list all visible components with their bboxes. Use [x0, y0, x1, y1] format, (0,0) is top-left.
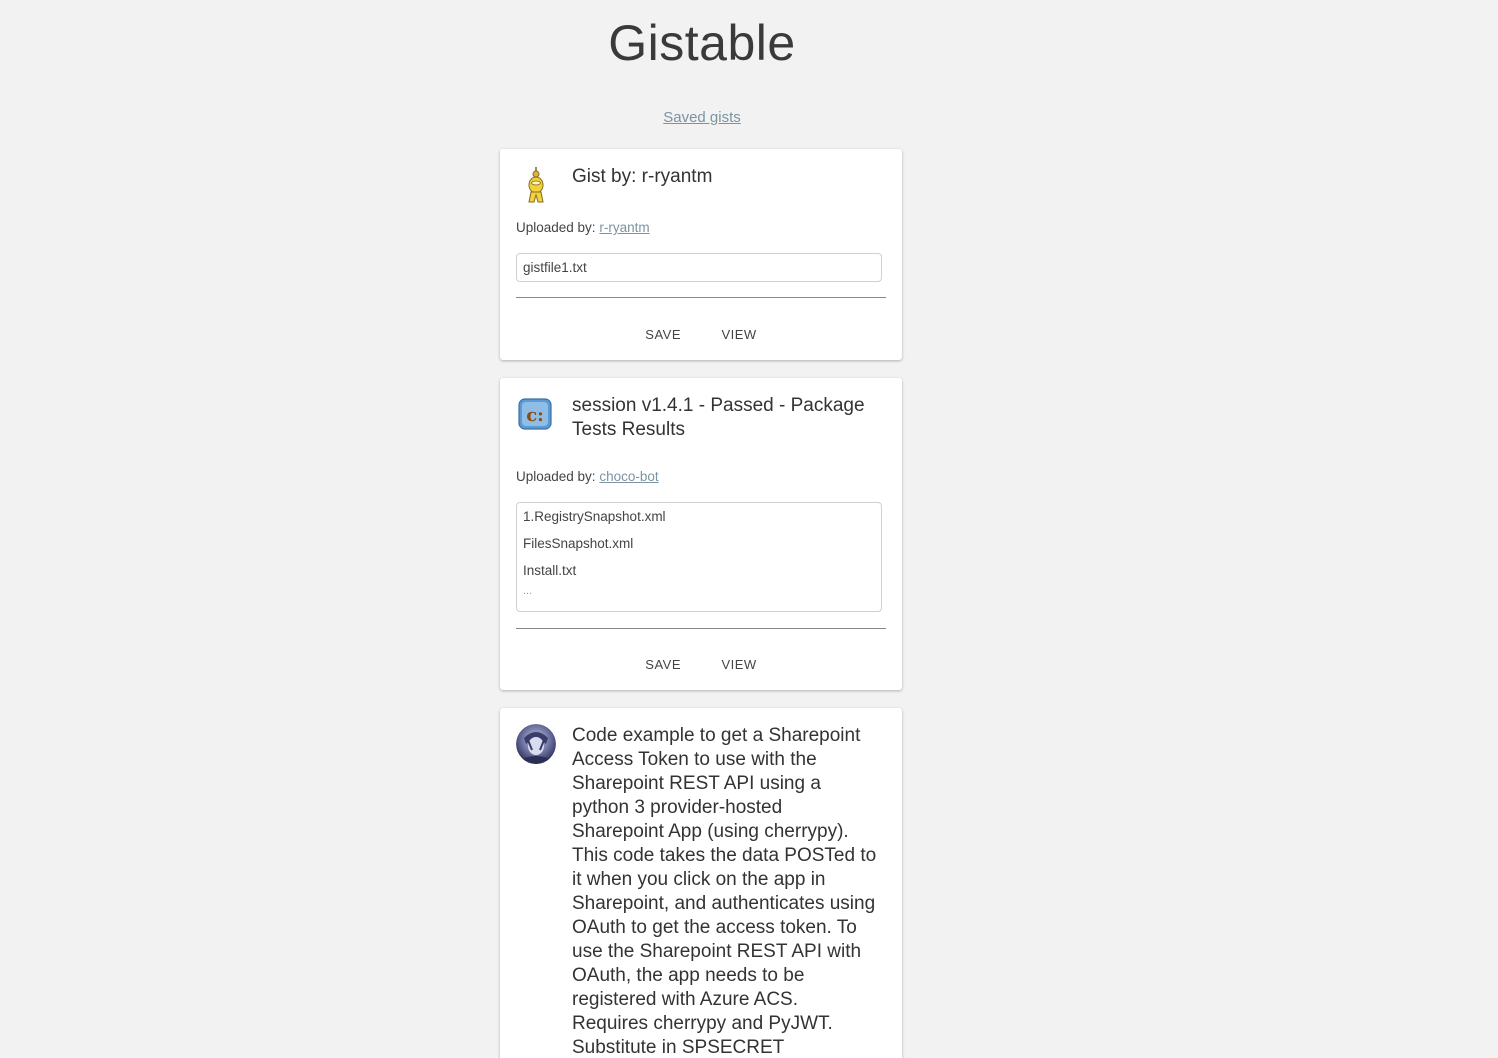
view-button[interactable]: VIEW	[703, 323, 774, 346]
uploaded-by: Uploaded by: r-ryantm	[516, 220, 650, 235]
view-button[interactable]: VIEW	[703, 653, 774, 676]
uploader-link[interactable]: choco-bot	[599, 469, 658, 484]
file-item[interactable]: FilesSnapshot.xml	[523, 530, 881, 557]
saved-gists-link[interactable]: Saved gists	[663, 109, 741, 126]
robot-figure-icon	[516, 165, 556, 205]
card-actions: SAVE VIEW	[500, 323, 902, 346]
uploaded-by-label: Uploaded by:	[516, 220, 596, 235]
page: Gistable Saved gists Gist by: r-ryantm U…	[0, 0, 1498, 1058]
gist-title: Code example to get a Sharepoint Access …	[572, 725, 877, 1058]
file-list: 1.RegistrySnapshot.xml FilesSnapshot.xml…	[516, 502, 882, 612]
save-button[interactable]: SAVE	[627, 653, 699, 676]
file-item[interactable]: gistfile1.txt	[523, 254, 881, 281]
chocolatey-logo-icon: c:	[516, 394, 556, 434]
gist-card: Gist by: r-ryantm Uploaded by: r-ryantm …	[500, 149, 902, 360]
gist-card: c: session v1.4.1 - Passed - Package Tes…	[500, 378, 902, 690]
file-list: gistfile1.txt	[516, 253, 882, 282]
app-title: Gistable	[608, 15, 796, 71]
user-photo-avatar-icon	[516, 724, 556, 764]
gist-title: Gist by: r-ryantm	[572, 166, 713, 187]
gist-title: session v1.4.1 - Passed - Package Tests …	[572, 395, 865, 440]
save-button[interactable]: SAVE	[627, 323, 699, 346]
file-item[interactable]: Install.txt	[523, 557, 881, 584]
gist-card: Code example to get a Sharepoint Access …	[500, 708, 902, 1058]
uploader-link[interactable]: r-ryantm	[599, 220, 649, 235]
svg-text:c:: c:	[526, 405, 544, 426]
divider	[516, 297, 886, 298]
saved-gists-link-wrap: Saved gists	[0, 109, 1404, 126]
uploaded-by-label: Uploaded by:	[516, 469, 596, 484]
card-actions: SAVE VIEW	[500, 653, 902, 676]
more-files-indicator: ...	[523, 585, 533, 597]
divider	[516, 628, 886, 629]
file-item[interactable]: 1.RegistrySnapshot.xml	[523, 503, 881, 530]
uploaded-by: Uploaded by: choco-bot	[516, 469, 659, 484]
